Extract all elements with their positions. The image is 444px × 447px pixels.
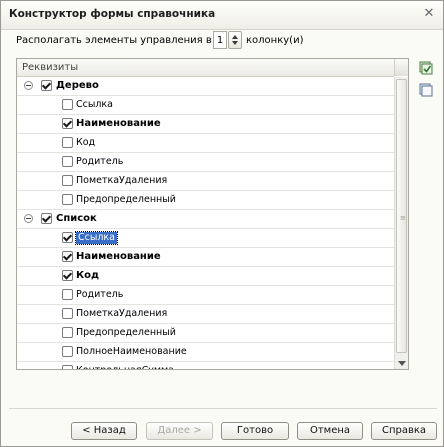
item-checkbox[interactable] — [62, 308, 73, 319]
tree-group-row[interactable]: Список — [17, 210, 394, 229]
grip-icon: ≡ — [400, 214, 406, 222]
uncheck-all-icon[interactable] — [419, 83, 433, 97]
item-label: КонтрольнаяСумма — [76, 365, 174, 369]
item-checkbox[interactable] — [62, 137, 73, 148]
item-checkbox[interactable] — [62, 251, 73, 262]
dialog-window: Конструктор формы справочника ✕ Располаг… — [0, 0, 444, 447]
header-corner — [394, 59, 408, 76]
scroll-down-icon[interactable] — [398, 361, 406, 366]
tree-item-row[interactable]: КонтрольнаяСумма — [17, 362, 394, 369]
table-header: Реквизиты — [17, 59, 394, 77]
collapse-icon[interactable] — [24, 81, 33, 90]
column-header-attributes: Реквизиты — [22, 62, 79, 73]
tree-item-row[interactable]: Родитель — [17, 153, 394, 172]
tree-item-row[interactable]: Код — [17, 134, 394, 153]
item-checkbox[interactable] — [62, 156, 73, 167]
item-checkbox[interactable] — [62, 175, 73, 186]
spin-down-icon[interactable] — [232, 41, 238, 45]
item-checkbox[interactable] — [62, 232, 73, 243]
item-label: Код — [76, 137, 96, 148]
group-checkbox[interactable] — [41, 80, 52, 91]
item-checkbox[interactable] — [62, 289, 73, 300]
item-checkbox[interactable] — [62, 99, 73, 110]
check-all-icon[interactable] — [419, 61, 433, 75]
spin-up-icon[interactable] — [232, 35, 238, 39]
item-checkbox[interactable] — [62, 365, 73, 369]
tree-item-row[interactable]: Код — [17, 267, 394, 286]
collapse-icon[interactable] — [24, 214, 33, 223]
title-bar: Конструктор формы справочника ✕ — [1, 1, 443, 30]
item-label: Родитель — [76, 156, 124, 167]
group-label: Список — [56, 213, 97, 224]
tree-item-row[interactable]: ПометкаУдаления — [17, 172, 394, 191]
item-label: ПолноеНаименование — [76, 346, 187, 357]
item-label: Ссылка — [76, 99, 113, 110]
item-checkbox[interactable] — [62, 346, 73, 357]
item-label: Родитель — [76, 289, 124, 300]
tree-item-row[interactable]: ПолноеНаименование — [17, 343, 394, 362]
item-checkbox[interactable] — [62, 194, 73, 205]
item-label: Ссылка — [75, 231, 118, 245]
attributes-table: Реквизиты Дерево Ссылка Наименование Код Род… — [16, 58, 409, 370]
tree-item-row[interactable]: Предопределенный — [17, 191, 394, 210]
item-label: Наименование — [76, 251, 161, 262]
done-button[interactable]: Готово — [221, 422, 289, 440]
item-checkbox[interactable] — [62, 327, 73, 338]
item-checkbox[interactable] — [62, 118, 73, 129]
item-label: ПометкаУдаления — [76, 308, 168, 319]
tree-item-row[interactable]: Ссылка — [17, 229, 394, 248]
back-button[interactable]: < Назад — [71, 422, 137, 440]
tree-rows: Дерево Ссылка Наименование Код Родитель Помет… — [17, 77, 394, 369]
tree-item-row[interactable]: Наименование — [17, 248, 394, 267]
item-label: Предопределенный — [76, 327, 176, 338]
vertical-scrollbar[interactable]: ≡ — [394, 77, 408, 369]
group-label: Дерево — [56, 80, 99, 91]
tree-item-row[interactable]: Предопределенный — [17, 324, 394, 343]
footer-divider — [9, 408, 437, 409]
item-label: Предопределенный — [76, 194, 176, 205]
columns-unit-label: колонку(и) — [246, 35, 304, 46]
group-checkbox[interactable] — [41, 213, 52, 224]
window-title: Конструктор формы справочника — [9, 8, 216, 20]
tree-item-row[interactable]: Наименование — [17, 115, 394, 134]
help-button[interactable]: Справка — [371, 422, 437, 440]
cancel-button[interactable]: Отмена — [297, 422, 363, 440]
item-label: ПометкаУдаления — [76, 175, 168, 186]
close-icon[interactable]: ✕ — [422, 7, 436, 21]
item-label: Код — [76, 270, 100, 281]
tree-item-row[interactable]: ПометкаУдаления — [17, 305, 394, 324]
tree-item-row[interactable]: Ссылка — [17, 96, 394, 115]
tree-group-row[interactable]: Дерево — [17, 77, 394, 96]
tree-item-row[interactable]: Родитель — [17, 286, 394, 305]
columns-label: Располагать элементы управления в — [16, 35, 212, 46]
scrollbar-thumb[interactable]: ≡ — [396, 79, 407, 353]
columns-count-field[interactable]: 1 — [213, 31, 227, 49]
next-button[interactable]: Далее > — [146, 422, 213, 440]
item-checkbox[interactable] — [62, 270, 73, 281]
columns-spinner[interactable] — [228, 31, 242, 49]
item-label: Наименование — [76, 118, 161, 129]
